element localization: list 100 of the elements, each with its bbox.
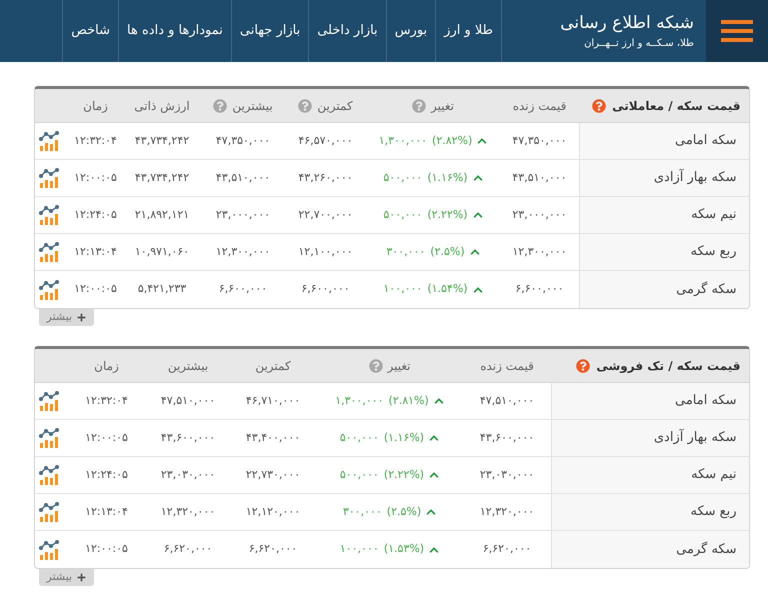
- chart-icon[interactable]: [38, 204, 62, 226]
- column-header: زمان: [83, 98, 108, 114]
- table-cell-text: ۶,۶۰۰,۰۰۰: [515, 281, 564, 298]
- table-cell-text: ۱۲,۳۰۰,۰۰۰: [512, 244, 567, 260]
- change-percent: (۱.۱۶%): [384, 430, 424, 446]
- change-percent: (۲.۲۲%): [384, 466, 424, 483]
- nav-link[interactable]: شاخص: [62, 0, 118, 62]
- table-cell-text: ۶,۶۲۰,۰۰۰: [482, 541, 532, 558]
- chart-icon[interactable]: [38, 241, 62, 263]
- change-percent: (۱.۵۳%): [384, 541, 424, 558]
- chart-icon[interactable]: [38, 130, 62, 152]
- coin-name: ربع سکه: [690, 503, 736, 522]
- chart-icon[interactable]: [38, 538, 62, 560]
- change-percent: (۲.۸۲%): [432, 132, 472, 149]
- table-cell-text: ۱۲:۰۰:۰۵: [74, 281, 117, 298]
- table-cell-text: ۶,۶۲۰,۰۰۰: [164, 541, 212, 558]
- chart-icon[interactable]: [38, 464, 62, 486]
- plus-icon: [77, 573, 86, 582]
- column-header: بیشترین: [168, 358, 208, 374]
- table-cell-text: ۱۲:۰۰:۰۵: [74, 170, 117, 186]
- table-cell-text: ۴۳,۲۶۰,۰۰۰: [298, 170, 353, 186]
- change-amount: ۵۰۰,۰۰۰: [383, 206, 422, 223]
- table-title: قیمت سکه / معاملاتی: [612, 98, 740, 114]
- coin-name: ربع سکه: [690, 243, 736, 262]
- table-cell-text: ۱۲:۰۰:۰۵: [85, 430, 128, 446]
- help-icon[interactable]: [576, 358, 590, 372]
- table-cell-text: ۶,۶۰۰,۰۰۰: [218, 281, 268, 298]
- plus-icon: [77, 313, 86, 322]
- change-percent: (۲.۵%): [386, 504, 422, 520]
- table-cell-text: ۱۲:۲۴:۰۵: [74, 206, 117, 223]
- menu-icon: [721, 20, 753, 42]
- change-amount: ۵۰۰,۰۰۰: [340, 466, 379, 483]
- coin-name: نیم سکه: [691, 466, 736, 484]
- change-percent: (۲.۲۲%): [427, 206, 468, 223]
- coin-name: سکه بهار آزادی: [654, 168, 736, 188]
- table-cell-text: ۱۲:۳۲:۰۴: [85, 392, 128, 409]
- chart-icon[interactable]: [38, 501, 62, 523]
- table-cell-text: ۲۱,۸۹۲,۱۲۱: [134, 206, 190, 223]
- nav-link[interactable]: طلا و ارز: [435, 0, 501, 62]
- table-cell-text: ۲۳,۰۳۰,۰۰۰: [160, 466, 216, 483]
- table-cell-text: ۴۶,۷۱۰,۰۰۰: [246, 392, 300, 409]
- table-cell-text: ۱۲:۱۳:۰۴: [85, 504, 128, 520]
- chart-icon[interactable]: [38, 167, 62, 189]
- table-cell-text: ۴۳,۷۳۴,۲۴۲: [134, 132, 190, 149]
- table-cell-text: ۲۳,۰۳۰,۰۰۰: [480, 466, 534, 483]
- table-cell-text: ۱۲,۳۲۰,۰۰۰: [160, 504, 216, 520]
- table-cell-text: ۴۶,۵۷۰,۰۰۰: [298, 132, 353, 149]
- change-amount: ۱,۳۰۰,۰۰۰: [378, 132, 428, 149]
- table-cell-text: ۴۷,۳۵۰,۰۰۰: [216, 132, 270, 149]
- table-cell-text: ۴۳,۵۱۰,۰۰۰: [512, 170, 567, 186]
- coin-name: سکه امامی: [674, 132, 736, 150]
- table-cell-text: ۱۲:۲۴:۰۵: [85, 466, 128, 483]
- change-amount: ۱۰۰,۰۰۰: [383, 281, 422, 298]
- table-cell-text: ۴۷,۳۵۰,۰۰۰: [512, 132, 567, 149]
- chart-icon[interactable]: [38, 427, 62, 449]
- change-amount: ۱,۳۰۰,۰۰۰: [335, 392, 384, 409]
- coin-name: سکه گرمی: [676, 280, 736, 299]
- change-amount: ۱۰۰,۰۰۰: [340, 541, 379, 558]
- table-cell-text: ۱۲:۳۲:۰۴: [74, 132, 117, 149]
- table-cell-text: ۲۲,۷۰۰,۰۰۰: [298, 206, 353, 223]
- change-percent: (۲.۵%): [430, 244, 465, 260]
- table-cell-text: ۶,۶۲۰,۰۰۰: [248, 541, 298, 558]
- change-amount: ۵۰۰,۰۰۰: [340, 430, 379, 446]
- nav-link[interactable]: بازار داخلی: [308, 0, 386, 62]
- change-amount: ۳۰۰,۰۰۰: [342, 504, 382, 520]
- table-cell-text: ۴۷,۵۱۰,۰۰۰: [160, 392, 216, 409]
- chart-icon[interactable]: [38, 390, 62, 412]
- table-cell-text: ۱۲,۳۲۰,۰۰۰: [480, 504, 534, 520]
- table-cell-text: ۴۳,۶۰۰,۰۰۰: [160, 430, 216, 446]
- table-cell-text: ۲۳,۰۰۰,۰۰۰: [216, 206, 270, 223]
- table-cell-text: ۱۲,۳۰۰,۰۰۰: [216, 244, 270, 260]
- table-cell-text: ۴۷,۵۱۰,۰۰۰: [480, 392, 534, 409]
- column-header: کمترین: [255, 358, 291, 374]
- change-percent: (۱.۵۴%): [427, 281, 468, 298]
- chart-icon[interactable]: [38, 278, 62, 300]
- table-cell-text: ۲۳,۰۰۰,۰۰۰: [512, 206, 567, 223]
- nav-link[interactable]: نمودارها و داده ها: [118, 0, 231, 62]
- help-icon[interactable]: [592, 98, 606, 112]
- brand-subtitle: طلا، سـکــه و ارز تــهــران: [583, 37, 694, 52]
- change-percent: (۱.۱۶%): [427, 170, 468, 186]
- table-cell-text: ۲۲,۷۳۰,۰۰۰: [246, 466, 300, 483]
- column-header: کمترین: [317, 98, 353, 114]
- column-header: زمان: [94, 358, 119, 374]
- table-cell-text: ۶,۶۰۰,۰۰۰: [301, 281, 350, 298]
- table-cell-text: ۵,۴۲۱,۲۳۳: [138, 281, 186, 298]
- column-header: تغییر: [431, 98, 454, 114]
- nav-link[interactable]: بازار جهانی: [230, 0, 308, 62]
- table-title: قیمت سکه / تک فروشی: [596, 358, 740, 374]
- table-cell-text: ۱۲:۱۳:۰۴: [74, 244, 117, 260]
- table-cell-text: ۴۳,۴۰۰,۰۰۰: [246, 430, 300, 446]
- table-cell-text: ۴۳,۷۳۴,۲۴۲: [134, 170, 190, 186]
- table-cell-text: ۴۳,۶۰۰,۰۰۰: [480, 430, 534, 446]
- change-amount: ۵۰۰,۰۰۰: [383, 170, 422, 186]
- change-amount: ۳۰۰,۰۰۰: [386, 244, 426, 260]
- column-header: قیمت زنده: [512, 98, 566, 114]
- brand-title: شبکه اطلاع رسانی: [559, 12, 694, 35]
- column-header: بیشترین: [232, 98, 273, 114]
- table-cell-text: ۴۳,۵۱۰,۰۰۰: [216, 170, 270, 186]
- menu-button[interactable]: [706, 0, 768, 62]
- nav-link[interactable]: بورس: [386, 0, 436, 62]
